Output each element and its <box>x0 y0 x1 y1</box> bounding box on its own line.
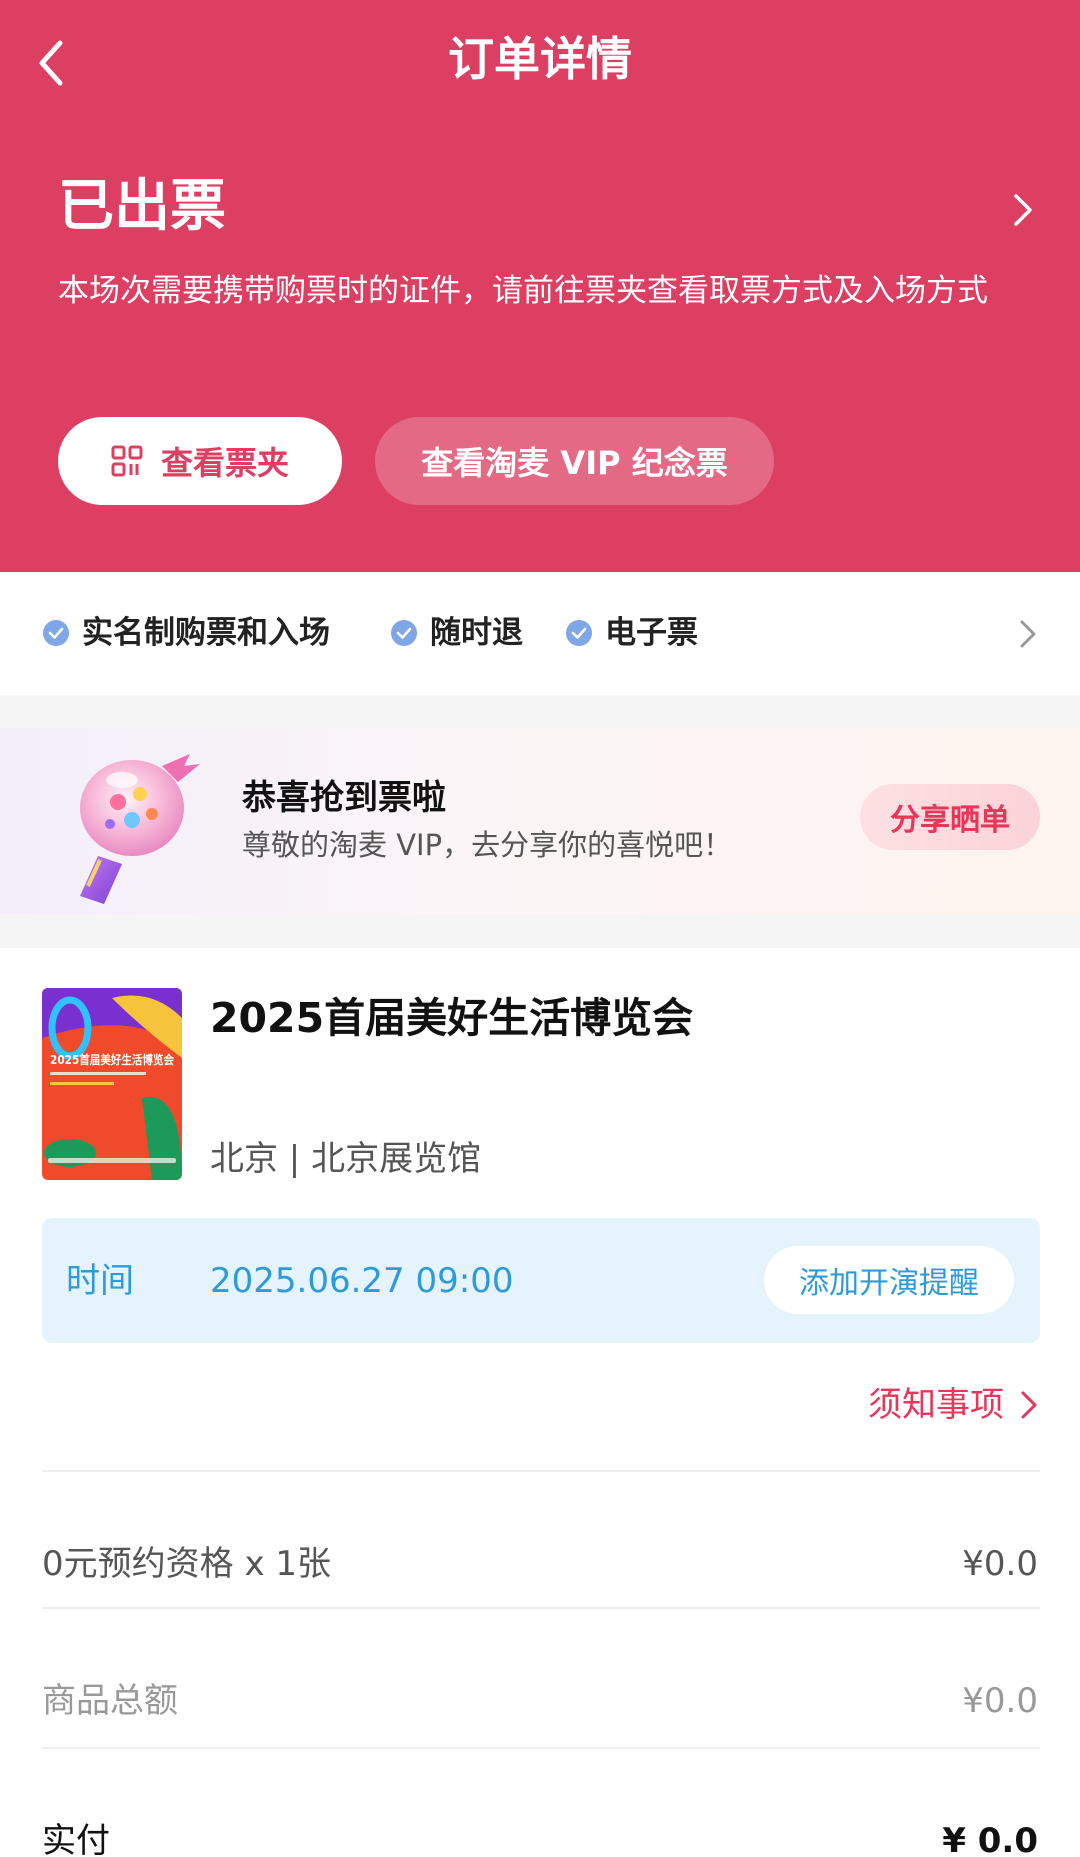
ticket-item-label: 0元预约资格 x 1张 <box>42 1544 331 1584</box>
event-venue: 北京 | 北京展览馆 <box>210 1139 482 1179</box>
ticket-status-description: 本场次需要携带购票时的证件，请前往票夹查看取票方式及入场方式 <box>58 273 988 309</box>
feature-label: 实名制购票和入场 <box>82 615 330 651</box>
check-circle-icon <box>566 620 592 646</box>
divider <box>42 1607 1040 1609</box>
add-reminder-label: 添加开演提醒 <box>799 1266 979 1301</box>
share-promo-banner: 恭喜抢到票啦 尊敬的淘麦 VIP，去分享你的喜悦吧！ 分享晒单 <box>0 728 1080 914</box>
view-vip-ticket-button[interactable]: 查看淘麦 VIP 纪念票 <box>375 417 774 505</box>
event-time-label: 时间 <box>66 1261 134 1301</box>
paid-label: 实付 <box>42 1821 110 1857</box>
ticket-status-row[interactable]: 已出票 <box>58 172 1038 242</box>
feature-item: 实名制购票和入场 <box>42 612 330 654</box>
qr-code-icon <box>111 445 143 477</box>
feature-item: 随时退 <box>390 612 523 654</box>
event-poster-image[interactable]: 2025首届美好生活博览会 <box>42 988 182 1180</box>
chevron-right-icon <box>1014 194 1032 226</box>
order-status-header: 订单详情 已出票 本场次需要携带购票时的证件，请前往票夹查看取票方式及入场方式 … <box>0 0 1080 572</box>
notice-link-label: 须知事项 <box>868 1385 1004 1425</box>
poster-caption: 2025首届美好生活博览会 <box>50 1052 175 1067</box>
chevron-right-icon <box>1020 620 1036 648</box>
view-vip-ticket-label: 查看淘麦 VIP 纪念票 <box>421 444 728 482</box>
add-reminder-button[interactable]: 添加开演提醒 <box>764 1246 1014 1314</box>
light-stick-illustration <box>80 754 200 904</box>
divider <box>42 1747 1040 1749</box>
chevron-right-icon <box>1021 1391 1037 1419</box>
check-circle-icon <box>43 620 69 646</box>
page-title: 订单详情 <box>448 32 632 86</box>
promo-title: 恭喜抢到票啦 <box>242 778 446 818</box>
share-order-label: 分享晒单 <box>890 803 1010 838</box>
ticket-status-title: 已出票 <box>58 174 226 239</box>
notice-link[interactable]: 须知事项 <box>868 1382 1038 1428</box>
event-order-card: 2025首届美好生活博览会 2025首届美好生活博览会 北京 | 北京展览馆 时… <box>0 948 1080 1857</box>
ticket-item-price: ¥0.0 <box>962 1544 1038 1584</box>
paid-value: ¥ 0.0 <box>942 1821 1038 1857</box>
ticket-features-row[interactable]: 实名制购票和入场 随时退 电子票 <box>0 572 1080 695</box>
promo-subtitle: 尊敬的淘麦 VIP，去分享你的喜悦吧！ <box>242 828 733 862</box>
subtotal-label: 商品总额 <box>42 1681 178 1721</box>
feature-item: 电子票 <box>565 612 698 654</box>
divider <box>42 1470 1040 1472</box>
event-time-value: 2025.06.27 09:00 <box>210 1261 514 1301</box>
subtotal-value: ¥0.0 <box>962 1681 1038 1721</box>
view-ticket-wallet-button[interactable]: 查看票夹 <box>58 417 342 505</box>
feature-label: 电子票 <box>605 615 698 651</box>
share-order-button[interactable]: 分享晒单 <box>860 784 1040 850</box>
check-circle-icon <box>391 620 417 646</box>
event-title[interactable]: 2025首届美好生活博览会 <box>210 990 693 1046</box>
view-ticket-wallet-label: 查看票夹 <box>160 444 289 482</box>
feature-label: 随时退 <box>430 615 523 651</box>
event-time-box: 时间 2025.06.27 09:00 添加开演提醒 <box>42 1218 1040 1343</box>
